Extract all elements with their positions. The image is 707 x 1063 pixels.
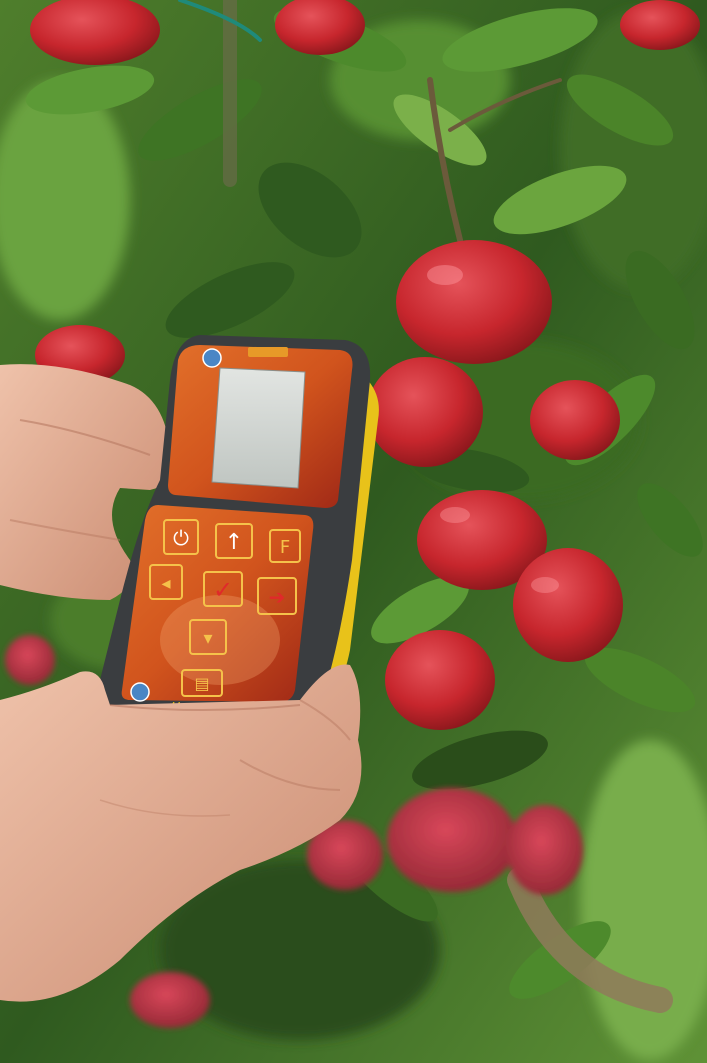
apple [367,357,483,467]
apple [5,635,55,685]
up-arrow-icon: ↑ [225,530,243,555]
device-screen [211,367,306,489]
apple [620,0,700,50]
power-icon: ⏻ [173,526,189,550]
apple [130,972,210,1028]
down-arrow-icon: ▾ [203,628,212,649]
apple [396,240,552,364]
menu-icon: ▤ [194,674,209,693]
function-icon: F [280,537,290,558]
apple [530,380,620,460]
apple [387,788,517,892]
apple [507,805,583,895]
checkmark-icon: ✓ [213,576,233,604]
brand-logo-icon [202,348,222,368]
brand-label-icon [248,347,288,357]
right-arrow-icon: ➔ [269,585,286,609]
left-arrow-icon: ◂ [161,573,170,594]
brand-logo-icon [130,682,150,702]
apple-orchard-photo: ⏻ ↑ F ◂ ✓ ➔ ▾ ▤ [0,0,707,1063]
apple [385,630,495,730]
apple [513,548,623,662]
